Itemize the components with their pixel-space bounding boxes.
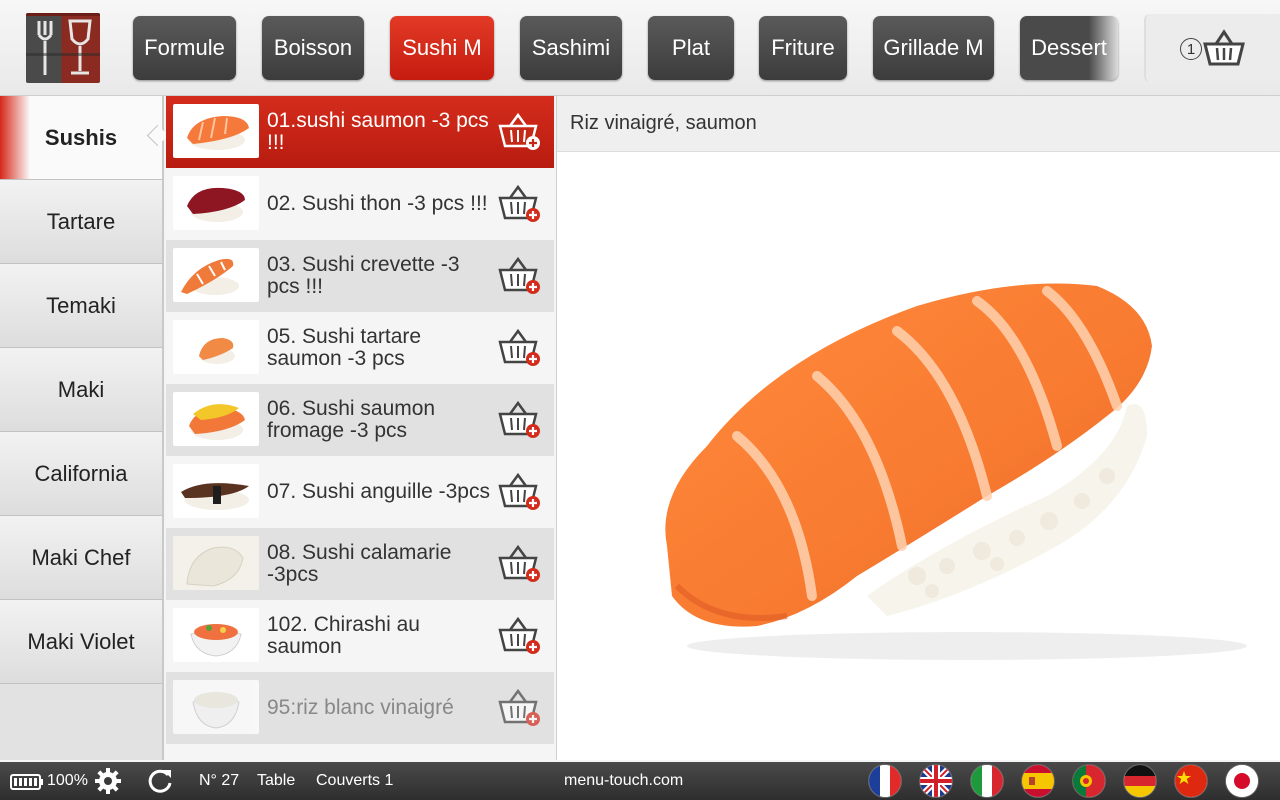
item-name: 08. Sushi calamarie -3pcs: [267, 541, 452, 586]
list-item[interactable]: 95:riz blanc vinaigré: [166, 672, 554, 744]
item-name: 05. Sushi tartare saumon -3 pcs: [267, 325, 422, 370]
sidebar-item-label: Temaki: [46, 292, 116, 318]
couverts-label[interactable]: Couverts 1: [316, 762, 393, 800]
refresh-icon[interactable]: [146, 767, 174, 795]
spanish-flag-icon[interactable]: [1022, 765, 1054, 797]
item-thumbnail: [173, 104, 259, 158]
list-item[interactable]: 02. Sushi thon -3 pcs !!!: [166, 168, 554, 240]
cart-count-badge: 1: [1180, 38, 1202, 60]
battery-icon: [10, 774, 43, 790]
item-thumbnail: [173, 176, 259, 230]
sidebar-item-sushis[interactable]: Sushis: [0, 96, 162, 180]
item-thumbnail: [173, 464, 259, 518]
item-name: 95:riz blanc vinaigré: [267, 696, 454, 719]
category-sidebar: Sushis Tartare Temaki Maki California Ma…: [0, 96, 164, 760]
item-description: Riz vinaigré, saumon: [557, 96, 1280, 152]
list-item[interactable]: 03. Sushi crevette -3 pcs !!!: [166, 240, 554, 312]
sidebar-item-label: Maki: [57, 376, 105, 402]
sidebar-item-tartare[interactable]: Tartare: [0, 180, 162, 264]
list-item[interactable]: 07. Sushi anguille -3pcs: [166, 456, 554, 528]
add-to-cart-icon[interactable]: [498, 328, 542, 368]
restaurant-logo[interactable]: [26, 13, 100, 83]
item-name: 03. Sushi crevette -3 pcs !!!: [267, 253, 460, 298]
item-name: 02. Sushi thon -3 pcs !!!: [267, 192, 488, 215]
sidebar-item-label: Tartare: [46, 208, 116, 234]
item-thumbnail: [173, 608, 259, 662]
uk-flag-icon[interactable]: [920, 765, 952, 797]
tab-boisson[interactable]: Boisson: [262, 16, 364, 80]
list-item[interactable]: 01.sushi saumon -3 pcs !!!: [166, 96, 554, 168]
fork-glass-icon: [26, 13, 100, 75]
list-item[interactable]: 06. Sushi saumon fromage -3 pcs: [166, 384, 554, 456]
tab-friture[interactable]: Friture: [759, 16, 847, 80]
basket-icon: [1203, 29, 1245, 66]
gear-icon[interactable]: [94, 767, 122, 795]
top-bar: Formule Boisson Sushi M Sashimi Plat Fri…: [0, 0, 1280, 96]
item-name: 07. Sushi anguille -3pcs: [267, 480, 490, 503]
item-thumbnail: [173, 248, 259, 302]
add-to-cart-icon[interactable]: [498, 544, 542, 584]
add-to-cart-icon[interactable]: [498, 112, 542, 152]
add-to-cart-icon[interactable]: [498, 184, 542, 224]
sidebar-item-label: Sushis: [44, 124, 118, 150]
tab-sashimi[interactable]: Sashimi: [520, 16, 622, 80]
battery-level: 100%: [47, 772, 88, 789]
add-to-cart-icon[interactable]: [498, 472, 542, 512]
chinese-flag-icon[interactable]: [1175, 765, 1207, 797]
item-thumbnail: [173, 320, 259, 374]
list-item[interactable]: 102. Chirashi au saumon: [166, 600, 554, 672]
tab-grillade-m[interactable]: Grillade M: [873, 16, 994, 80]
german-flag-icon[interactable]: [1124, 765, 1156, 797]
item-name: 06. Sushi saumon fromage -3 pcs: [267, 397, 436, 442]
sidebar-item-maki-chef[interactable]: Maki Chef: [0, 516, 162, 600]
order-number: N° 27: [199, 772, 240, 789]
list-item[interactable]: 08. Sushi calamarie -3pcs: [166, 528, 554, 600]
item-name: 01.sushi saumon -3 pcs !!!: [267, 109, 489, 154]
item-thumbnail: [173, 536, 259, 590]
list-item-partial: [166, 744, 554, 760]
item-detail-panel: Riz vinaigré, saumon: [556, 96, 1280, 760]
status-bar: 100% N° 27 Table Couverts 1 menu-touch.c…: [0, 762, 1280, 800]
table-label[interactable]: Table: [257, 762, 295, 800]
tab-formule[interactable]: Formule: [133, 16, 236, 80]
sidebar-item-label: California: [34, 460, 128, 486]
add-to-cart-icon[interactable]: [498, 400, 542, 440]
site-label: menu-touch.com: [564, 772, 684, 789]
tab-sushi-m[interactable]: Sushi M: [390, 16, 494, 80]
tab-plat[interactable]: Plat: [648, 16, 734, 80]
item-name: 102. Chirashi au saumon: [267, 613, 420, 658]
cart-button[interactable]: 1: [1144, 14, 1280, 82]
sidebar-item-label: Maki Violet: [27, 628, 135, 654]
sidebar-item-temaki[interactable]: Temaki: [0, 264, 162, 348]
item-thumbnail: [173, 392, 259, 446]
sidebar-item-label: Maki Chef: [31, 544, 131, 570]
add-to-cart-icon[interactable]: [498, 256, 542, 296]
sidebar-item-california[interactable]: California: [0, 432, 162, 516]
add-to-cart-icon[interactable]: [498, 688, 542, 728]
menu-item-list[interactable]: 01.sushi saumon -3 pcs !!! 02. Sushi tho…: [166, 96, 554, 760]
sidebar-item-maki[interactable]: Maki: [0, 348, 162, 432]
italian-flag-icon[interactable]: [971, 765, 1003, 797]
portuguese-flag-icon[interactable]: [1073, 765, 1105, 797]
sidebar-item-maki-violet[interactable]: Maki Violet: [0, 600, 162, 684]
item-thumbnail: [173, 680, 259, 734]
sushi-salmon-photo: [665, 283, 1247, 660]
tab-dessert[interactable]: Dessert: [1020, 16, 1118, 80]
japanese-flag-icon[interactable]: [1226, 765, 1258, 797]
list-item[interactable]: 05. Sushi tartare saumon -3 pcs: [166, 312, 554, 384]
french-flag-icon[interactable]: [869, 765, 901, 797]
add-to-cart-icon[interactable]: [498, 616, 542, 656]
